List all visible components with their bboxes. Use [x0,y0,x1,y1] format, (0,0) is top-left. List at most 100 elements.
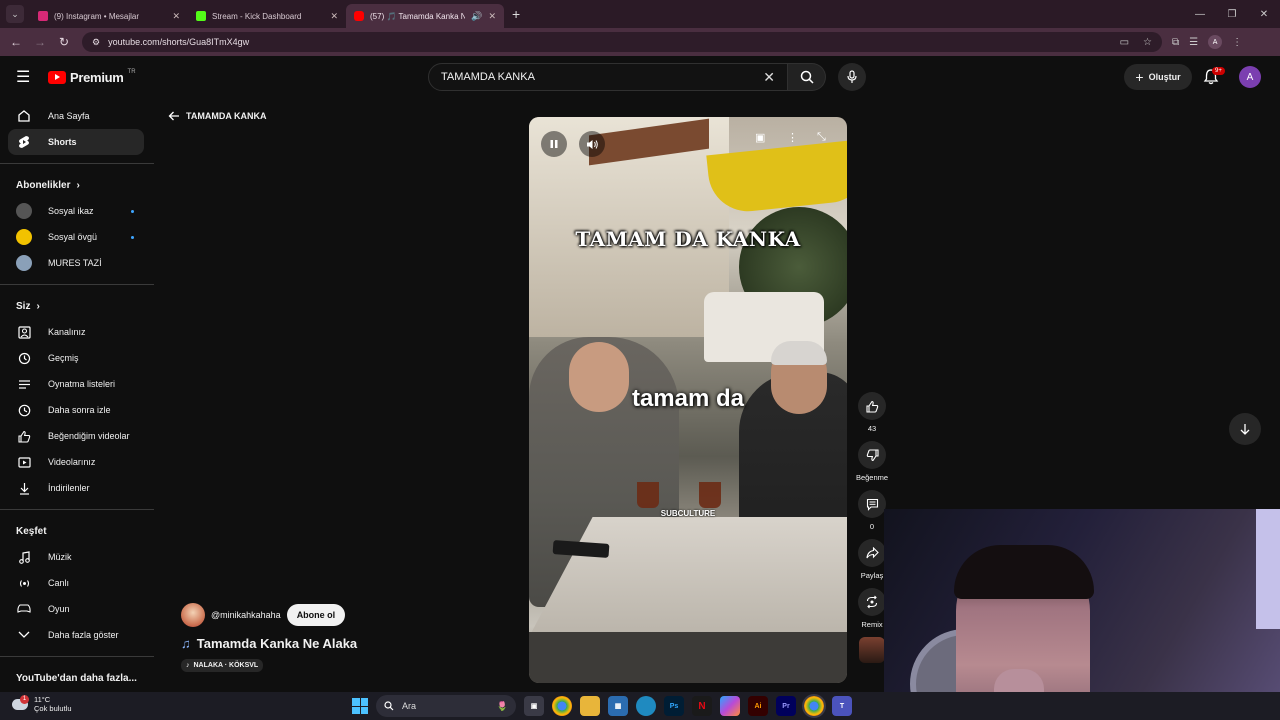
remix-button[interactable] [858,588,886,616]
sidebar-item-gaming[interactable]: Oyun [8,596,144,622]
photoshop-icon[interactable]: Ps [664,696,684,716]
windows-taskbar: 1 11°C Çok bulutlu Ara 🌷 ▣ ▦ Ps N Ai Pr [0,692,1280,720]
sidebar-item-home[interactable]: Ana Sayfa [8,103,144,129]
shorts-video-player[interactable]: TAMAM DA KANKA tamam da SUBCULTURE ▣ ⋮ ⤡ [529,117,847,683]
minimize-icon[interactable]: — [1184,9,1216,20]
comments-button[interactable] [858,490,886,518]
captions-icon[interactable]: ▣ [755,131,765,144]
chevron-right-icon: › [36,300,40,312]
volume-button[interactable] [579,131,605,157]
streamer-hair [954,545,1094,599]
sound-thumbnail[interactable] [859,637,885,663]
search-button[interactable] [788,63,826,91]
browser-tab-youtube[interactable]: (57) 🎵 Tamamda Kanka Ne 🔊 ✕ [346,4,504,28]
microphone-icon [847,70,857,83]
edge-icon[interactable] [636,696,656,716]
plus-icon: + [1135,69,1144,85]
windows-start-icon[interactable] [352,698,368,714]
explore-heading: Keşfet [16,525,47,537]
browser-tab-instagram[interactable]: (9) Instagram • Mesajlar ✕ [30,4,188,28]
sidebar-item-watch-later[interactable]: Daha sonra izle [8,397,144,423]
back-icon[interactable]: ← [4,35,28,49]
media-controls-icon[interactable]: ☰ [1189,37,1198,48]
copilot-icon[interactable] [720,696,740,716]
profile-avatar[interactable]: A [1208,35,1223,49]
bookmark-star-icon[interactable]: ☆ [1143,37,1152,48]
voice-search-button[interactable] [838,63,866,91]
new-tab-button[interactable]: + [512,6,520,22]
shorts-back-button[interactable]: TAMAMDA KANKA [168,110,267,122]
file-explorer-icon[interactable] [580,696,600,716]
sidebar-item-your-videos[interactable]: Videolarınız [8,449,144,475]
menu-dots-icon[interactable]: ⋮ [1232,37,1242,48]
site-info-icon[interactable]: ⚙ [92,37,100,48]
speaker-icon[interactable]: 🔊 [471,11,482,22]
address-bar[interactable]: ⚙ youtube.com/shorts/Gua8ITmX4gw ▭ ☆ [82,32,1162,52]
dislike-button[interactable] [858,441,886,469]
search-input[interactable]: TAMAMDA KANKA ✕ [428,63,788,91]
hamburger-menu-icon[interactable]: ☰ [16,67,32,87]
you-heading[interactable]: Siz › [0,293,154,319]
weather-widget[interactable]: 1 11°C Çok bulutlu [12,694,72,713]
subscriptions-heading[interactable]: Abonelikler › [0,172,154,198]
restore-icon[interactable]: ❐ [1216,9,1248,20]
like-button[interactable] [858,392,886,420]
sidebar-item-playlists[interactable]: Oynatma listeleri [8,371,144,397]
sidebar-item-live[interactable]: Canlı [8,570,144,596]
sidebar-item-show-more[interactable]: Daha fazla göster [8,622,144,648]
sidebar-item-subscription[interactable]: Sosyal övgü [8,224,144,250]
youtube-premium-logo[interactable]: Premium TR [48,69,136,85]
sidebar-item-shorts[interactable]: Shorts [8,129,144,155]
close-icon[interactable]: ✕ [330,11,338,22]
reload-icon[interactable]: ↻ [52,35,76,49]
teams-icon[interactable]: T [832,696,852,716]
close-icon[interactable]: ✕ [172,11,180,22]
chrome-icon[interactable] [552,696,572,716]
pause-button[interactable] [541,131,567,157]
subscribe-button[interactable]: Abone ol [286,604,346,626]
divider [0,509,154,510]
share-button[interactable] [858,539,886,567]
sidebar-item-history[interactable]: Geçmiş [8,345,144,371]
more-from-youtube-heading: YouTube'dan daha fazla... [16,672,137,684]
sidebar-item-liked-videos[interactable]: Beğendiğim videolar [8,423,144,449]
create-button[interactable]: + Oluştur [1124,64,1192,90]
comment-icon [866,498,878,511]
account-avatar[interactable]: A [1239,66,1261,88]
task-view-icon[interactable]: ▣ [524,696,544,716]
premiere-icon[interactable]: Pr [776,696,796,716]
close-window-icon[interactable]: ✕ [1248,9,1280,20]
forward-icon[interactable]: → [28,35,52,49]
arrow-left-icon [168,111,179,121]
channel-handle[interactable]: @minikahkahaha [211,610,281,620]
fullscreen-icon[interactable]: ⤡ [817,131,826,144]
next-short-button[interactable] [1229,413,1261,445]
sidebar-item-subscription[interactable]: Sosyal ikaz [8,198,144,224]
sidebar-item-music[interactable]: Müzik [8,544,144,570]
live-icon [16,575,32,591]
download-icon [16,480,32,496]
clear-search-icon[interactable]: ✕ [763,69,775,86]
your-videos-icon [16,454,32,470]
more-options-icon[interactable]: ⋮ [787,131,798,144]
extensions-icon[interactable]: ⧉ [1172,37,1179,48]
history-icon [16,350,32,366]
sidebar-item-your-channel[interactable]: Kanalınız [8,319,144,345]
like-action: 43 [854,392,890,433]
chevron-right-icon: › [76,179,80,191]
cast-icon[interactable]: ▭ [1120,37,1129,48]
illustrator-icon[interactable]: Ai [748,696,768,716]
browser-tab-kick[interactable]: Stream - Kick Dashboard ✕ [188,4,346,28]
sidebar-item-subscription[interactable]: MURES TAZİ [8,250,144,276]
close-icon[interactable]: ✕ [488,11,496,22]
chrome-active-icon[interactable] [802,694,826,718]
microsoft-store-icon[interactable]: ▦ [608,696,628,716]
taskbar-search[interactable]: Ara 🌷 [376,695,516,717]
tab-search-button[interactable]: ⌄ [6,5,24,23]
music-chip[interactable]: ♪ NALAKA · KÖKSVL [181,659,264,672]
watch-later-icon [16,402,32,418]
netflix-icon[interactable]: N [692,696,712,716]
youtube-icon [354,11,364,21]
channel-avatar[interactable] [181,603,205,627]
sidebar-item-downloads[interactable]: İndirilenler [8,475,144,501]
